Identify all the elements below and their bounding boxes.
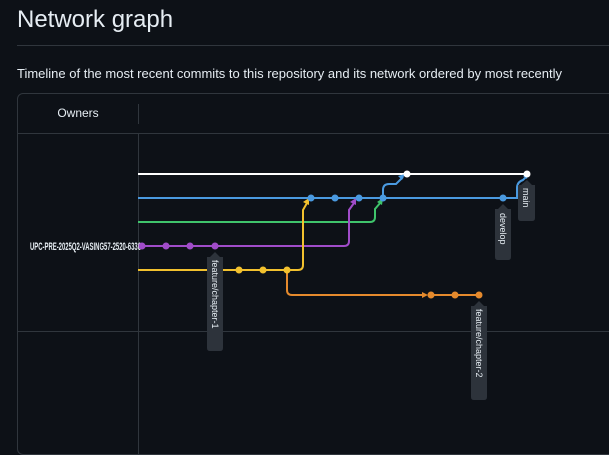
commit-dot[interactable] bbox=[379, 194, 387, 202]
commit-dot[interactable] bbox=[331, 194, 339, 202]
green-branch-line bbox=[138, 201, 382, 223]
title-divider bbox=[17, 45, 609, 46]
commit-dot[interactable] bbox=[523, 170, 531, 178]
branch-label-feature-chapter-1[interactable]: feature/chapter-1 bbox=[207, 252, 223, 351]
branch-label-feature-chapter-2-text: feature/chapter-2 bbox=[474, 309, 484, 378]
commit-dot[interactable] bbox=[307, 194, 315, 202]
branch-label-develop-text: develop bbox=[498, 213, 508, 245]
commit-dot[interactable] bbox=[499, 194, 507, 202]
commit-dot[interactable] bbox=[162, 242, 170, 250]
commit-dot[interactable] bbox=[427, 291, 435, 299]
owner-label: UPC-PRE-2025Q2-VASING57-2520-6336 bbox=[30, 240, 141, 252]
commit-dot[interactable] bbox=[138, 242, 146, 250]
page-title: Network graph bbox=[17, 6, 174, 33]
feature-chapter-2-line bbox=[286, 270, 424, 296]
page-description: Timeline of the most recent commits to t… bbox=[17, 66, 563, 81]
commit-dot[interactable] bbox=[283, 266, 291, 274]
commit-dot[interactable] bbox=[235, 266, 243, 274]
merge-arrow-head bbox=[422, 292, 428, 298]
branch-label-main-text: main bbox=[521, 188, 531, 208]
network-graph-panel[interactable]: Owners UPC-PRE-2025Q2-VASING57-2520-6336 bbox=[17, 93, 609, 455]
network-graph[interactable]: UPC-PRE-2025Q2-VASING57-2520-6336 main d… bbox=[18, 94, 609, 454]
branch-label-feature-chapter-1-text: feature/chapter-1 bbox=[210, 260, 220, 329]
commit-dot[interactable] bbox=[475, 291, 483, 299]
commit-dot[interactable] bbox=[355, 194, 363, 202]
branch-label-feature-chapter-2[interactable]: feature/chapter-2 bbox=[471, 301, 487, 400]
branch-label-develop[interactable]: develop bbox=[495, 204, 511, 260]
commit-dot[interactable] bbox=[403, 170, 411, 178]
commit-dot[interactable] bbox=[259, 266, 267, 274]
commit-dot[interactable] bbox=[451, 291, 459, 299]
develop-to-main-merge-1 bbox=[382, 176, 404, 198]
commit-dot[interactable] bbox=[186, 242, 194, 250]
branch-label-main[interactable]: main bbox=[518, 180, 535, 221]
feature-chapter-1-line bbox=[142, 202, 355, 247]
commit-dot[interactable] bbox=[211, 242, 219, 250]
